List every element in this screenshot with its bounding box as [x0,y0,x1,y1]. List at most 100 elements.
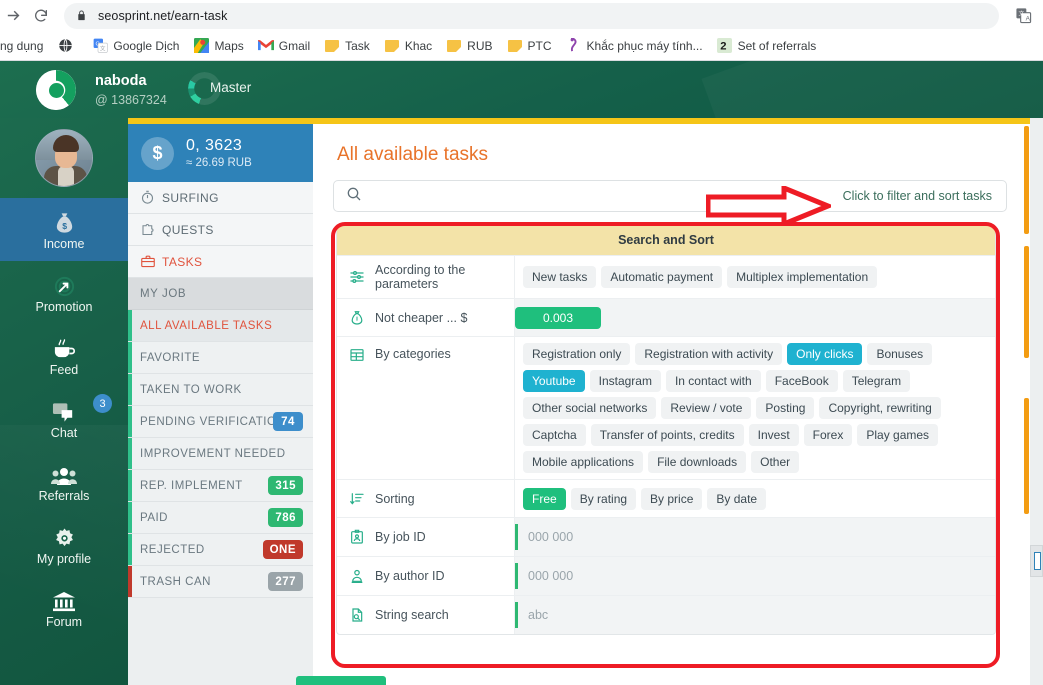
avatar-cell[interactable] [0,118,128,198]
secondary-sidebar: $ 0, 3623 ≈ 26.69 RUB SURFING QUESTS TAS… [128,118,313,685]
bookmark-google-dich[interactable]: G 文 Google Dịch [86,35,185,57]
translate-extension-icon[interactable]: A 文 [1009,3,1037,29]
chip-mobile-applications[interactable]: Mobile applications [523,451,644,473]
sidebar-item-all-available-tasks[interactable]: ALL AVAILABLE TASKS [128,310,313,342]
rank-badge[interactable]: Master [188,72,251,108]
filter-row-label-wrap: By categories [337,337,515,479]
sidebar-item-label: REJECTED [140,543,205,556]
sidebar-item-trash-can[interactable]: TRASH CAN 277 [128,566,313,598]
author-id-input[interactable]: 000 000 [515,563,995,589]
chip-only-clicks[interactable]: Only clicks [787,343,863,365]
panel-title: Search and Sort [337,225,995,255]
chip-copyright-rewriting[interactable]: Copyright, rewriting [819,397,941,419]
sidebar-item-improvement-needed[interactable]: IMPROVEMENT NEEDED [128,438,313,470]
sidebar-item-label: ALL AVAILABLE TASKS [140,319,273,332]
browser-toolbar: seosprint.net/earn-task A 文 [0,0,1043,31]
page-thumbnail-icon[interactable] [1030,545,1043,577]
chip-review-vote[interactable]: Review / vote [661,397,752,419]
rail-item-promotion[interactable]: Promotion [0,261,128,324]
briefcase-icon [140,254,162,269]
sidebar-item-rep-implement[interactable]: REP. IMPLEMENT 315 [128,470,313,502]
chip-posting[interactable]: Posting [756,397,815,419]
dollar-coin-icon: $ [141,136,174,170]
bookmark-gmail[interactable]: Gmail [252,35,316,57]
rail-item-feed[interactable]: Feed [0,324,128,387]
rail-item-forum[interactable]: Forum [0,576,128,639]
chip-registration-with-activity[interactable]: Registration with activity [635,343,783,365]
job-id-input[interactable]: 000 000 [515,524,995,550]
rail-item-chat[interactable]: Chat 3 [0,387,128,450]
chip-sort-by-price[interactable]: By price [641,487,703,510]
rail-item-label: Income [43,236,85,251]
address-bar[interactable]: seosprint.net/earn-task [64,2,999,29]
sidebar-item-surfing[interactable]: SURFING [128,182,313,214]
rail-item-income[interactable]: $ Income [0,198,128,261]
bookmark-folder-khac[interactable]: Khac [378,35,438,57]
sidebar-item-rejected[interactable]: REJECTED ONE [128,534,313,566]
filter-row-body: abc [515,596,995,634]
chip-file-downloads[interactable]: File downloads [648,451,747,473]
bookmark-label: RUB [467,38,493,53]
chip-invest[interactable]: Invest [748,424,799,446]
rail-item-my-profile[interactable]: My profile [0,513,128,576]
bookmark-globe[interactable] [51,35,84,57]
filter-row-label: String search [375,608,449,622]
annotation-arrow [705,184,835,231]
status-badge: 277 [268,572,303,591]
reload-icon[interactable] [26,3,56,29]
bookmark-label: Gmail [278,38,311,53]
sidebar-item-pending-verification[interactable]: PENDING VERIFICATION 74 [128,406,313,438]
sidebar-item-paid[interactable]: PAID 786 [128,502,313,534]
sidebar-item-taken-to-work[interactable]: TAKEN TO WORK [128,374,313,406]
bookmark-set-of-referrals[interactable]: 2 Set of referrals [711,35,823,57]
search-icon [346,186,368,207]
orange-accent-bar [1024,126,1029,234]
chip-youtube[interactable]: Youtube [523,370,585,392]
chip-automatic-payment[interactable]: Automatic payment [601,266,723,288]
bookmark-label: PTC [527,38,552,53]
chip-play-games[interactable]: Play games [857,424,939,446]
balance-panel[interactable]: $ 0, 3623 ≈ 26.69 RUB [128,124,313,182]
status-badge: 74 [273,412,303,431]
bookmark-maps[interactable]: Maps [187,35,249,57]
string-search-input[interactable]: abc [515,602,995,628]
chip-other-social-networks[interactable]: Other social networks [523,397,657,419]
chip-sort-by-date[interactable]: By date [707,487,767,510]
chip-in-contact-with[interactable]: In contact with [665,370,761,392]
chip-registration-only[interactable]: Registration only [523,343,631,365]
chip-transfer-of-points-credits[interactable]: Transfer of points, credits [590,424,744,446]
min-price-value[interactable]: 0.003 [515,306,601,329]
chip-forex[interactable]: Forex [803,424,853,446]
search-input[interactable]: Click to filter and sort tasks [333,180,1007,212]
chip-facebook[interactable]: FaceBook [765,370,838,392]
main-accent-bar [313,118,1030,124]
filter-row-body: Free By rating By price By date [515,480,995,517]
search-and-sort-panel: Search and Sort According to the paramet… [336,224,996,635]
rail-item-label: Promotion [35,299,93,314]
chip-telegram[interactable]: Telegram [842,370,911,392]
chip-captcha[interactable]: Captcha [523,424,586,446]
folder-icon [446,38,462,54]
sidebar-item-quests[interactable]: QUESTS [128,214,313,246]
chip-multiplex-implementation[interactable]: Multiplex implementation [727,266,878,288]
chip-bonuses[interactable]: Bonuses [867,343,933,365]
filter-hint-link[interactable]: Click to filter and sort tasks [843,189,992,203]
apply-filters-button[interactable] [296,676,386,685]
bookmark-khac-phuc[interactable]: Khắc phục máy tính... [560,35,709,57]
chip-new-tasks[interactable]: New tasks [523,266,597,288]
bookmark-folder-ptc[interactable]: PTC [501,35,558,57]
sidebar-item-tasks[interactable]: TASKS [128,246,313,278]
rail-item-referrals[interactable]: Referrals [0,450,128,513]
bank-columns-icon [52,587,76,613]
chip-other[interactable]: Other [751,451,800,473]
bookmark-folder-rub[interactable]: RUB [440,35,498,57]
chip-instagram[interactable]: Instagram [589,370,661,392]
bookmark-apps[interactable]: ng dụng [0,35,49,57]
chip-sort-free[interactable]: Free [523,487,566,510]
sidebar-item-favorite[interactable]: FAVORITE [128,342,313,374]
chip-sort-by-rating[interactable]: By rating [570,487,637,510]
bookmark-folder-task[interactable]: Task [318,35,376,57]
money-bag-icon: $ [53,209,76,235]
back-arrow-icon[interactable] [0,3,26,29]
avatar[interactable] [35,129,93,187]
